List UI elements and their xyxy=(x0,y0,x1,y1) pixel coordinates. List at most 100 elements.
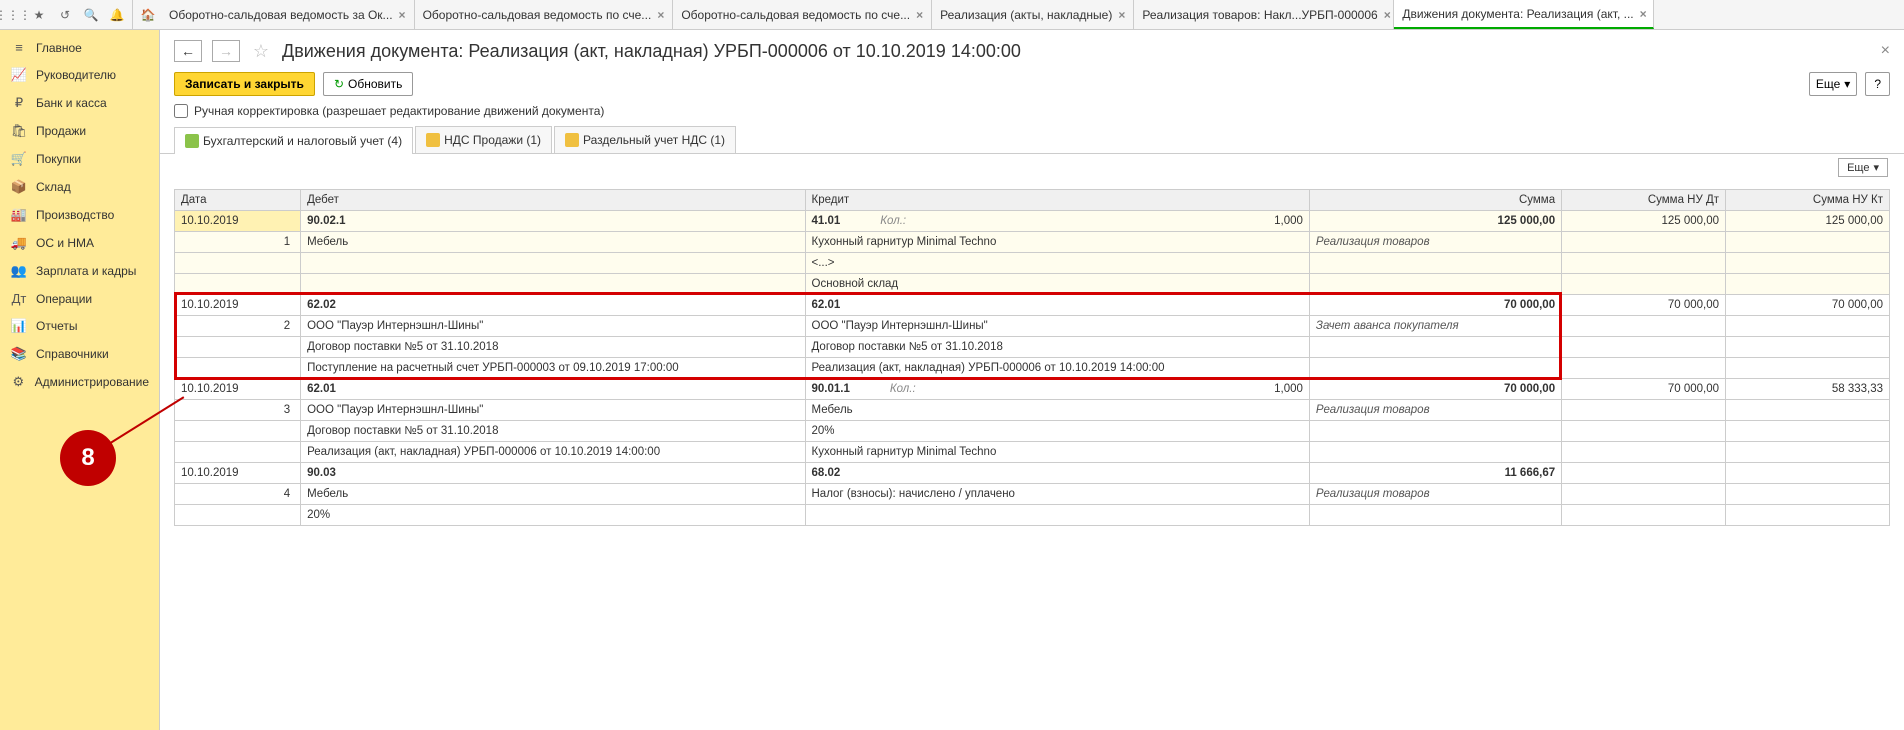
tab-label: Движения документа: Реализация (акт, ... xyxy=(1402,7,1633,21)
favorite-button[interactable]: ☆ xyxy=(250,40,272,62)
row-1-line-0[interactable]: 2ООО "Пауэр Интернэшнл-Шины"ООО "Пауэр И… xyxy=(175,316,1890,337)
sidebar-icon: ₽ xyxy=(10,95,28,111)
subtab-icon xyxy=(565,133,579,147)
tab-3[interactable]: Реализация (акты, накладные)× xyxy=(932,0,1134,29)
subtab-icon xyxy=(426,133,440,147)
sidebar-label: Справочники xyxy=(36,347,109,361)
subtab-2[interactable]: Раздельный учет НДС (1) xyxy=(554,126,736,153)
more-button[interactable]: Еще ▾ xyxy=(1809,72,1857,96)
sidebar-label: Руководителю xyxy=(36,68,116,82)
sidebar-icon: 🚚 xyxy=(10,235,28,251)
sidebar-item-1[interactable]: 📈 Руководителю xyxy=(0,61,159,89)
sidebar-item-8[interactable]: 👥Зарплата и кадры xyxy=(0,257,159,285)
debit-line xyxy=(301,253,805,274)
close-icon[interactable]: × xyxy=(1640,7,1647,21)
search-icon[interactable]: 🔍 xyxy=(79,3,103,27)
row-2-line-0[interactable]: 3ООО "Пауэр Интернэшнл-Шины"МебельРеализ… xyxy=(175,400,1890,421)
col-3[interactable]: Сумма xyxy=(1309,190,1561,211)
col-4[interactable]: Сумма НУ Дт xyxy=(1562,190,1726,211)
manual-edit-label: Ручная корректировка (разрешает редактир… xyxy=(194,104,604,118)
row-0-line-0[interactable]: 1МебельКухонный гарнитур Minimal TechnoР… xyxy=(175,232,1890,253)
top-toolbar: ⋮⋮⋮ ★ ↺ 🔍 🔔 🏠 Оборотно-сальдовая ведомос… xyxy=(0,0,1904,30)
debit-line: ООО "Пауэр Интернэшнл-Шины" xyxy=(301,316,805,337)
apps-icon[interactable]: ⋮⋮⋮ xyxy=(1,3,25,27)
col-1[interactable]: Дебет xyxy=(301,190,805,211)
kredit-line: 20% xyxy=(805,421,1309,442)
sidebar-icon: 🏭 xyxy=(10,207,28,223)
dt-cell: 125 000,00 xyxy=(1562,211,1726,232)
save-close-button[interactable]: Записать и закрыть xyxy=(174,72,315,96)
subtab-icon xyxy=(185,134,199,148)
table-more-button[interactable]: Еще ▾ xyxy=(1838,158,1888,177)
date-cell: 10.10.2019 xyxy=(175,463,301,484)
sidebar-item-0[interactable]: ≡Главное xyxy=(0,34,159,61)
subtab-1[interactable]: НДС Продажи (1) xyxy=(415,126,552,153)
col-5[interactable]: Сумма НУ Кт xyxy=(1726,190,1890,211)
sidebar-item-12[interactable]: ⚙Администрирование xyxy=(0,368,159,396)
dt-cell: 70 000,00 xyxy=(1562,295,1726,316)
help-button[interactable]: ? xyxy=(1865,72,1890,96)
close-icon[interactable]: × xyxy=(1881,42,1890,60)
num-cell xyxy=(175,442,301,463)
tab-0[interactable]: Оборотно-сальдовая ведомость за Ок...× xyxy=(161,0,415,29)
row-0-line-1[interactable]: <...> xyxy=(175,253,1890,274)
close-icon[interactable]: × xyxy=(1118,8,1125,22)
refresh-label: Обновить xyxy=(348,77,402,91)
row-1-line-1[interactable]: Договор поставки №5 от 31.10.2018Договор… xyxy=(175,337,1890,358)
home-icon[interactable]: 🏠 xyxy=(136,3,160,27)
sidebar-icon: 📊 xyxy=(10,318,28,334)
manual-edit-checkbox[interactable] xyxy=(174,104,188,118)
row-2-line-2[interactable]: Реализация (акт, накладная) УРБП-000006 … xyxy=(175,442,1890,463)
col-2[interactable]: Кредит xyxy=(805,190,1309,211)
close-icon[interactable]: × xyxy=(657,8,664,22)
row-3-line-0[interactable]: 4МебельНалог (взносы): начислено / уплач… xyxy=(175,484,1890,505)
kredit-line: <...> xyxy=(805,253,1309,274)
sidebar-item-2[interactable]: ₽Банк и касса xyxy=(0,89,159,117)
nav-forward-button[interactable]: → xyxy=(212,40,240,62)
sidebar-item-5[interactable]: 📦Склад xyxy=(0,173,159,201)
more-label: Еще xyxy=(1816,77,1840,91)
row-2-acc[interactable]: 10.10.201962.0190.01.1Кол.:1,00070 000,0… xyxy=(175,379,1890,400)
tab-5[interactable]: Движения документа: Реализация (акт, ...… xyxy=(1394,0,1654,29)
debit-line: Реализация (акт, накладная) УРБП-000006 … xyxy=(301,442,805,463)
close-icon[interactable]: × xyxy=(1384,8,1391,22)
row-3-line-1[interactable]: 20% xyxy=(175,505,1890,526)
kt-cell: 70 000,00 xyxy=(1726,295,1890,316)
kt-cell: 125 000,00 xyxy=(1726,211,1890,232)
tab-4[interactable]: Реализация товаров: Накл...УРБП-000006× xyxy=(1134,0,1394,29)
history-icon[interactable]: ↺ xyxy=(53,3,77,27)
num-cell xyxy=(175,421,301,442)
close-icon[interactable]: × xyxy=(399,8,406,22)
sidebar-icon: 📈 xyxy=(10,67,28,83)
row-2-line-1[interactable]: Договор поставки №5 от 31.10.201820% xyxy=(175,421,1890,442)
sidebar-item-4[interactable]: 🛒Покупки xyxy=(0,145,159,173)
sidebar-item-6[interactable]: 🏭Производство xyxy=(0,201,159,229)
row-1-acc[interactable]: 10.10.201962.0262.0170 000,0070 000,0070… xyxy=(175,295,1890,316)
sidebar-item-3[interactable]: 🛍Продажи xyxy=(0,117,159,145)
row-0-line-2[interactable]: Основной склад xyxy=(175,274,1890,295)
kredit-acc: 68.02 xyxy=(805,463,1309,484)
sidebar-item-11[interactable]: 📚Справочники xyxy=(0,340,159,368)
sidebar-icon: ⚙ xyxy=(10,374,27,390)
dt-cell: 70 000,00 xyxy=(1562,379,1726,400)
row-3-acc[interactable]: 10.10.201990.0368.0211 666,67 xyxy=(175,463,1890,484)
nav-back-button[interactable]: ← xyxy=(174,40,202,62)
sum-note xyxy=(1309,505,1561,526)
tab-1[interactable]: Оборотно-сальдовая ведомость по сче...× xyxy=(415,0,674,29)
sidebar-item-10[interactable]: 📊Отчеты xyxy=(0,312,159,340)
num-cell: 4 xyxy=(175,484,301,505)
col-0[interactable]: Дата xyxy=(175,190,301,211)
row-0-acc[interactable]: 10.10.201990.02.141.01Кол.:1,000125 000,… xyxy=(175,211,1890,232)
sidebar-item-9[interactable]: ДтОперации xyxy=(0,285,159,312)
subtab-0[interactable]: Бухгалтерский и налоговый учет (4) xyxy=(174,127,413,154)
row-1-line-2[interactable]: Поступление на расчетный счет УРБП-00000… xyxy=(175,358,1890,379)
star-icon[interactable]: ★ xyxy=(27,3,51,27)
sum-note xyxy=(1309,358,1561,379)
date-cell: 10.10.2019 xyxy=(175,211,301,232)
close-icon[interactable]: × xyxy=(916,8,923,22)
refresh-button[interactable]: ↻Обновить xyxy=(323,72,413,96)
tab-2[interactable]: Оборотно-сальдовая ведомость по сче...× xyxy=(673,0,932,29)
sidebar-item-7[interactable]: 🚚ОС и НМА xyxy=(0,229,159,257)
bell-icon[interactable]: 🔔 xyxy=(105,3,129,27)
sum-note xyxy=(1309,274,1561,295)
